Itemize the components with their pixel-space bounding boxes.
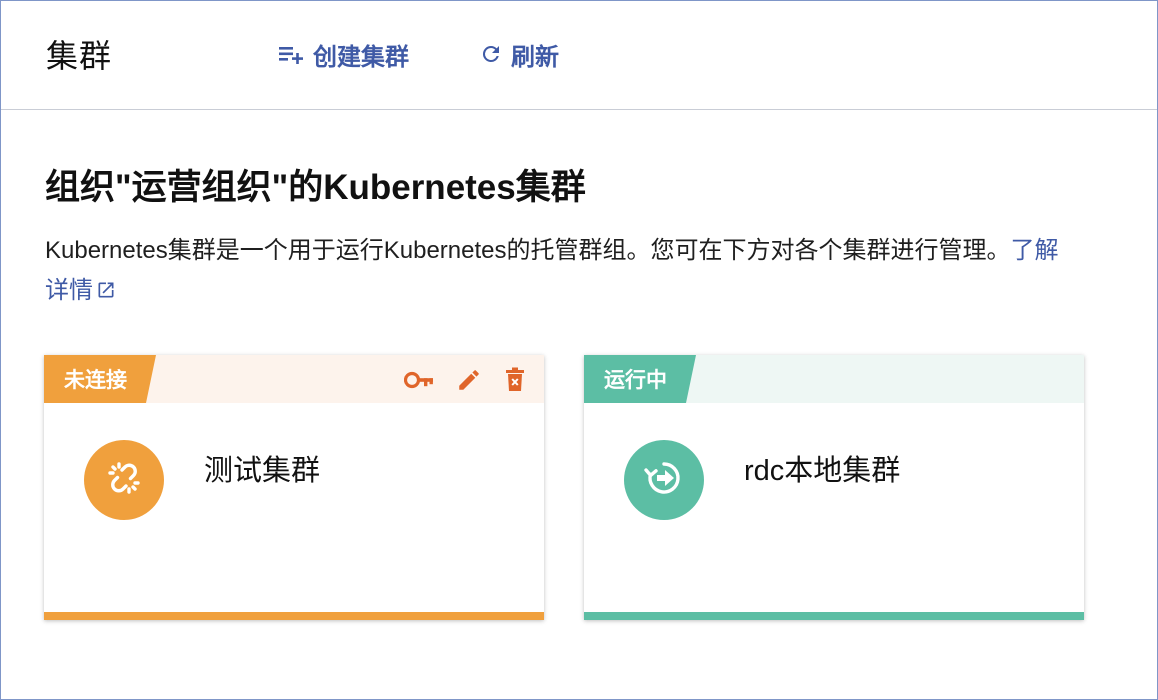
key-icon[interactable] xyxy=(403,368,434,397)
cluster-avatar xyxy=(624,440,704,520)
sync-arrow-icon xyxy=(642,456,686,505)
section-description: Kubernetes集群是一个用于运行Kubernetes的托管群组。您可在下方… xyxy=(45,231,1065,311)
status-badge: 运行中 xyxy=(584,355,696,403)
refresh-button[interactable]: 刷新 xyxy=(479,37,559,71)
broken-link-icon xyxy=(102,456,146,505)
cluster-name[interactable]: rdc本地集群 xyxy=(744,447,900,489)
delete-icon[interactable] xyxy=(504,367,526,398)
page-header: 集群 创建集群 刷新 xyxy=(1,1,1157,110)
card-actions xyxy=(403,367,526,398)
page-title: 集群 xyxy=(46,38,113,74)
status-badge: 未连接 xyxy=(44,355,156,403)
cluster-card[interactable]: 未连接 测试集群 xyxy=(44,355,544,620)
cluster-avatar xyxy=(84,440,164,520)
cluster-name[interactable]: 测试集群 xyxy=(204,447,320,489)
refresh-label: 刷新 xyxy=(511,43,559,71)
card-status-bar xyxy=(44,612,544,620)
playlist-add-icon xyxy=(279,44,305,64)
edit-icon[interactable] xyxy=(456,367,482,398)
create-cluster-button[interactable]: 创建集群 xyxy=(279,37,409,71)
card-status-bar xyxy=(584,612,1084,620)
app-frame: 集群 创建集群 刷新 组织"运营组织"的Kubernetes集群 Kuberne… xyxy=(0,0,1158,700)
description-text: Kubernetes集群是一个用于运行Kubernetes的托管群组。您可在下方… xyxy=(45,237,1011,264)
external-link-icon xyxy=(98,282,114,298)
section-heading: 组织"运营组织"的Kubernetes集群 xyxy=(45,168,586,207)
refresh-icon xyxy=(479,42,503,66)
create-cluster-label: 创建集群 xyxy=(313,43,409,71)
cluster-card[interactable]: 运行中 rdc本地集群 xyxy=(584,355,1084,620)
